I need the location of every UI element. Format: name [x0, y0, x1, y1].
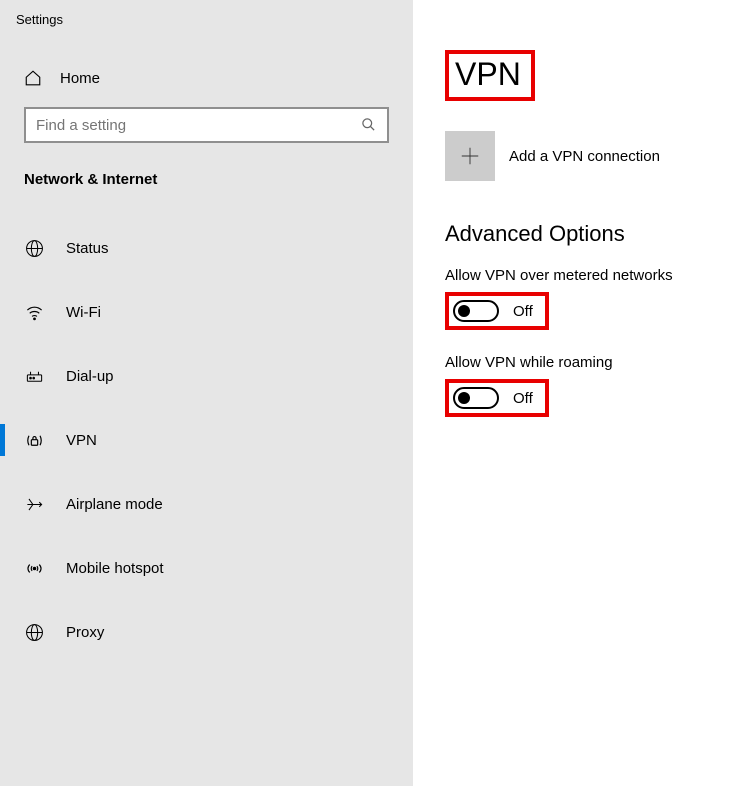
home-icon: [24, 69, 42, 87]
sidebar-item-hotspot[interactable]: Mobile hotspot: [0, 544, 413, 592]
sidebar-item-label: Wi-Fi: [66, 304, 101, 321]
toggle-metered[interactable]: [453, 300, 499, 322]
toggle-roaming-group: Allow VPN while roaming Off: [445, 354, 715, 417]
page-title: VPN: [455, 56, 521, 93]
home-nav[interactable]: Home: [0, 55, 413, 95]
section-header: Network & Internet: [0, 143, 413, 200]
toggle-metered-highlight: Off: [445, 292, 549, 330]
sidebar-item-label: Proxy: [66, 624, 104, 641]
toggle-knob: [458, 392, 470, 404]
app-title: Settings: [0, 12, 413, 31]
hotspot-icon: [24, 558, 44, 578]
sidebar-item-vpn[interactable]: VPN: [0, 416, 413, 464]
search-input[interactable]: [36, 117, 361, 134]
search-box[interactable]: [24, 107, 389, 143]
add-tile: [445, 131, 495, 181]
airplane-icon: [24, 494, 44, 514]
toggle-metered-state: Off: [513, 303, 533, 320]
toggle-metered-label: Allow VPN over metered networks: [445, 267, 715, 284]
home-label: Home: [60, 70, 100, 87]
plus-icon: [459, 145, 481, 167]
sidebar: Settings Home Network & Internet Status …: [0, 0, 413, 786]
main-content: VPN Add a VPN connection Advanced Option…: [413, 0, 735, 786]
sidebar-item-label: Mobile hotspot: [66, 560, 164, 577]
sidebar-item-label: Airplane mode: [66, 496, 163, 513]
wifi-icon: [24, 302, 44, 322]
toggle-roaming-state: Off: [513, 390, 533, 407]
globe-icon: [24, 238, 44, 258]
toggle-metered-group: Allow VPN over metered networks Off: [445, 267, 715, 330]
sidebar-item-wifi[interactable]: Wi-Fi: [0, 288, 413, 336]
sidebar-item-status[interactable]: Status: [0, 224, 413, 272]
toggle-roaming[interactable]: [453, 387, 499, 409]
add-vpn-button[interactable]: Add a VPN connection: [445, 131, 715, 181]
vpn-icon: [24, 430, 44, 450]
sidebar-item-dialup[interactable]: Dial-up: [0, 352, 413, 400]
page-title-highlight: VPN: [445, 50, 535, 101]
sidebar-item-label: Dial-up: [66, 368, 114, 385]
advanced-options-header: Advanced Options: [445, 221, 715, 247]
sidebar-item-label: Status: [66, 240, 109, 257]
toggle-knob: [458, 305, 470, 317]
search-icon: [361, 117, 377, 133]
toggle-roaming-highlight: Off: [445, 379, 549, 417]
add-vpn-label: Add a VPN connection: [509, 148, 660, 165]
proxy-icon: [24, 622, 44, 642]
toggle-roaming-label: Allow VPN while roaming: [445, 354, 715, 371]
sidebar-item-label: VPN: [66, 432, 97, 449]
sidebar-item-airplane[interactable]: Airplane mode: [0, 480, 413, 528]
nav-list: Status Wi-Fi Dial-up VPN Airplane mode: [0, 224, 413, 656]
dialup-icon: [24, 366, 44, 386]
sidebar-item-proxy[interactable]: Proxy: [0, 608, 413, 656]
